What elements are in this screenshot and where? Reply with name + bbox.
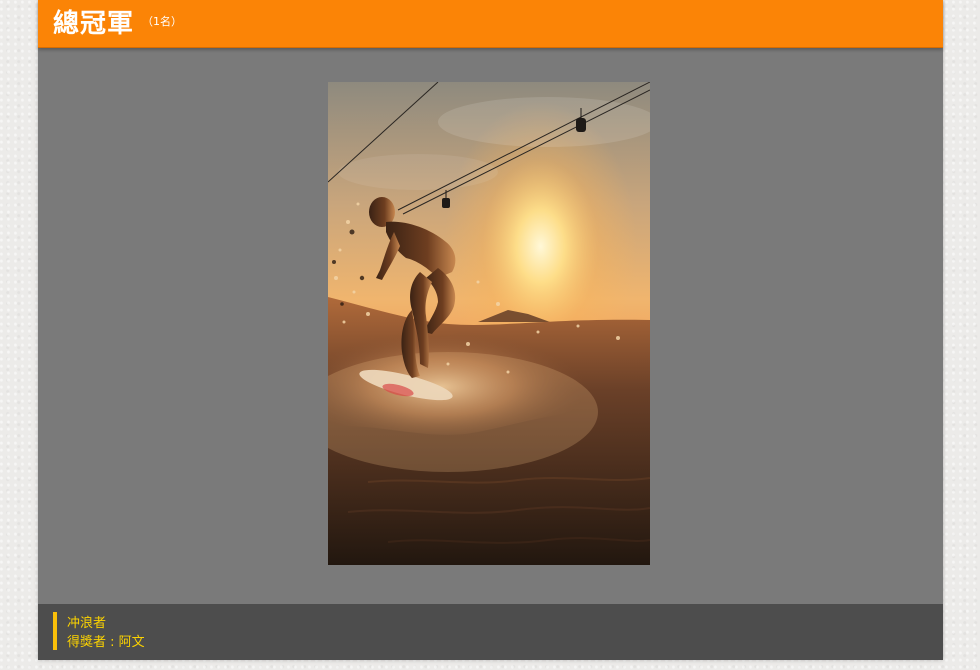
surfer-photo-image [328,82,650,565]
caption-text-block: 冲浪者 得獎者 : 阿文 [67,614,145,652]
award-winner-count: （1名） [142,14,183,28]
award-title: 總冠軍 [53,8,135,39]
award-panel: 總冠軍 （1名） 冲浪者 得獎者: 阿文 [38,0,943,660]
winner-name: 得獎者 : 阿文 [67,635,145,650]
photo-caption: 冲浪者 得獎者 : 阿文 [38,604,943,660]
award-header: 總冠軍 （1名） [38,0,943,48]
caption-accent-bar [53,612,57,650]
photo-title: 冲浪者 [67,616,107,631]
winning-photo[interactable] [328,82,650,565]
